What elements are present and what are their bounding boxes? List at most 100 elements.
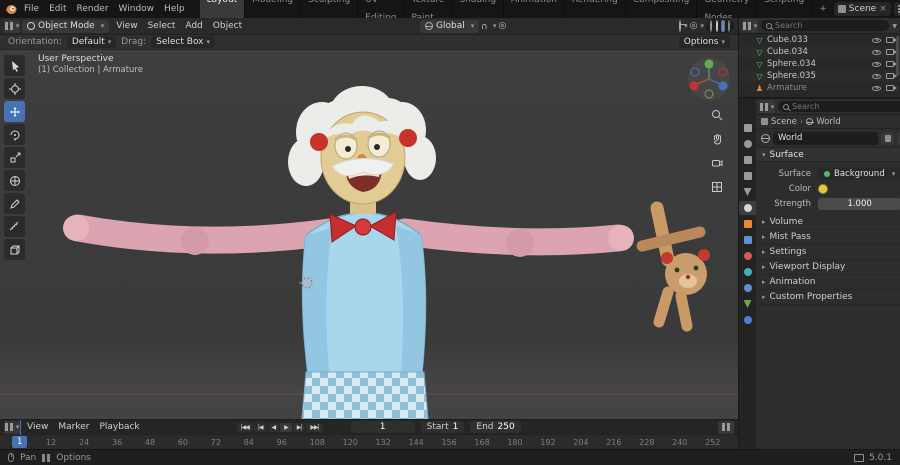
viewport-menu-item[interactable]: View [111, 18, 142, 35]
modifiers-tab-icon[interactable] [739, 233, 756, 247]
material-preview-button[interactable] [721, 20, 725, 32]
rotate-tool-button[interactable] [4, 124, 25, 145]
disable-render-camera-icon[interactable] [886, 49, 897, 55]
blender-logo-icon[interactable] [4, 3, 17, 16]
disable-render-camera-icon[interactable] [886, 73, 897, 79]
play-button[interactable] [280, 422, 292, 432]
mode-dropdown[interactable]: Object Mode [22, 19, 110, 33]
strength-slider[interactable]: 1.000 [818, 197, 900, 210]
transform-orientation-dropdown[interactable]: Global [420, 19, 480, 33]
move-tool-button[interactable] [4, 101, 25, 122]
viewport-menu-item[interactable]: Object [208, 18, 247, 35]
viewlayer-selector[interactable]: ViewLayer [893, 2, 900, 16]
surface-panel-header[interactable]: Surface [756, 147, 900, 162]
zoom-icon[interactable] [708, 106, 726, 124]
cursor-tool-button[interactable] [4, 78, 25, 99]
editor-type-icon[interactable] [4, 19, 20, 33]
hide-viewport-eye-icon[interactable] [872, 85, 881, 91]
object-tab-icon[interactable] [739, 217, 756, 231]
breadcrumb-world[interactable]: World [816, 117, 840, 127]
timeline-ruler[interactable]: 12 24 36 48 60 72 84 96 108 120 132 144 156 168 180 192… [0, 420, 738, 449]
collapsed-panel-header[interactable]: Custom Properties [756, 290, 900, 305]
play-reverse-button[interactable] [267, 422, 280, 432]
navigation-gizmo[interactable] [686, 56, 732, 102]
viewport-3d[interactable]: User Perspective (1) Collection | Armatu… [0, 50, 738, 419]
playhead[interactable]: 1 [12, 436, 28, 448]
world-color-swatch[interactable] [818, 183, 828, 194]
world-tab-icon[interactable] [739, 201, 756, 215]
outliner-row[interactable]: Armature [739, 82, 900, 94]
collapsed-panel-header[interactable]: Viewport Display [756, 260, 900, 275]
unlink-scene-icon[interactable] [879, 4, 887, 14]
current-frame-field[interactable]: 1 [350, 421, 415, 433]
scale-tool-button[interactable] [4, 147, 25, 168]
add-cube-tool-button[interactable] [4, 239, 25, 260]
measure-tool-button[interactable] [4, 216, 25, 237]
rendered-shading-button[interactable] [727, 20, 731, 32]
snap-target-dropdown[interactable] [490, 21, 497, 31]
hide-viewport-eye-icon[interactable] [872, 73, 881, 79]
viewlayer-tab-icon[interactable] [739, 169, 756, 183]
options-dropdown[interactable]: Options [678, 36, 730, 48]
fake-user-shield-button[interactable] [881, 131, 895, 145]
menu-item[interactable]: Render [72, 0, 114, 18]
outliner-row[interactable]: Sphere.035 [739, 70, 900, 82]
timeline-menu-item[interactable]: Marker [53, 419, 94, 436]
scene-selector[interactable]: Scene [833, 2, 891, 16]
background-shader-dropdown[interactable]: Background [818, 167, 900, 180]
outliner-editor-type-icon[interactable] [742, 19, 758, 32]
render-tab-icon[interactable] [739, 137, 756, 151]
outliner-search-input[interactable] [775, 21, 885, 30]
next-keyframe-button[interactable] [292, 422, 306, 432]
disable-render-camera-icon[interactable] [886, 61, 897, 67]
orientation-setting-dropdown[interactable]: Default [66, 36, 117, 48]
visibility-dropdown[interactable] [679, 20, 688, 32]
tool-tab-icon[interactable] [739, 121, 756, 135]
output-tab-icon[interactable] [739, 153, 756, 167]
material-tab-icon[interactable] [739, 313, 756, 327]
timeline-menu-item[interactable]: Playback [94, 419, 144, 436]
breadcrumb-scene[interactable]: Scene [771, 117, 797, 127]
constraints-tab-icon[interactable] [739, 281, 756, 295]
physics-tab-icon[interactable] [739, 265, 756, 279]
hide-viewport-eye-icon[interactable] [872, 49, 881, 55]
collapsed-panel-header[interactable]: Animation [756, 275, 900, 290]
overlays-dropdown[interactable] [690, 21, 704, 31]
proportional-edit-icon[interactable] [498, 21, 506, 31]
particles-tab-icon[interactable] [739, 249, 756, 263]
outliner-row[interactable]: Sphere.034 [739, 58, 900, 70]
collapsed-panel-header[interactable]: Volume [756, 215, 900, 230]
annotate-tool-button[interactable] [4, 193, 25, 214]
solid-shading-button[interactable] [715, 20, 719, 32]
properties-search-input[interactable] [792, 102, 900, 111]
hide-viewport-eye-icon[interactable] [872, 61, 881, 67]
drag-setting-dropdown[interactable]: Select Box [151, 36, 216, 48]
disable-render-camera-icon[interactable] [886, 85, 897, 91]
hide-viewport-eye-icon[interactable] [872, 37, 881, 43]
menu-item[interactable]: Window [114, 0, 160, 18]
timeline-editor-type-icon[interactable] [4, 420, 20, 434]
filter-funnel-icon[interactable] [892, 21, 897, 31]
properties-editor-type-icon[interactable] [759, 100, 775, 113]
collapsed-panel-header[interactable]: Settings [756, 245, 900, 260]
wireframe-shading-button[interactable] [709, 20, 713, 32]
select-box-tool-button[interactable] [4, 55, 25, 76]
add-workspace-button[interactable]: + [814, 0, 832, 18]
outliner-row[interactable]: Cube.034 [739, 46, 900, 58]
world-name-field[interactable] [773, 131, 879, 145]
menu-item[interactable]: Edit [44, 0, 71, 18]
ortho-grid-icon[interactable] [708, 178, 726, 196]
snap-magnet-icon[interactable] [481, 21, 488, 31]
viewport-menu-item[interactable]: Select [143, 18, 181, 35]
properties-search[interactable] [778, 101, 900, 112]
data-tab-icon[interactable] [739, 297, 756, 311]
menu-item[interactable]: File [19, 0, 44, 18]
transform-tool-button[interactable] [4, 170, 25, 191]
disable-render-camera-icon[interactable] [886, 37, 897, 43]
jump-to-start-button[interactable] [236, 422, 253, 432]
prev-keyframe-button[interactable] [253, 422, 267, 432]
scene-tab-icon[interactable] [739, 185, 756, 199]
outliner-scrollbar[interactable] [896, 36, 899, 76]
frame-end-field[interactable]: End 250 [470, 421, 521, 433]
viewport-menu-item[interactable]: Add [180, 18, 207, 35]
